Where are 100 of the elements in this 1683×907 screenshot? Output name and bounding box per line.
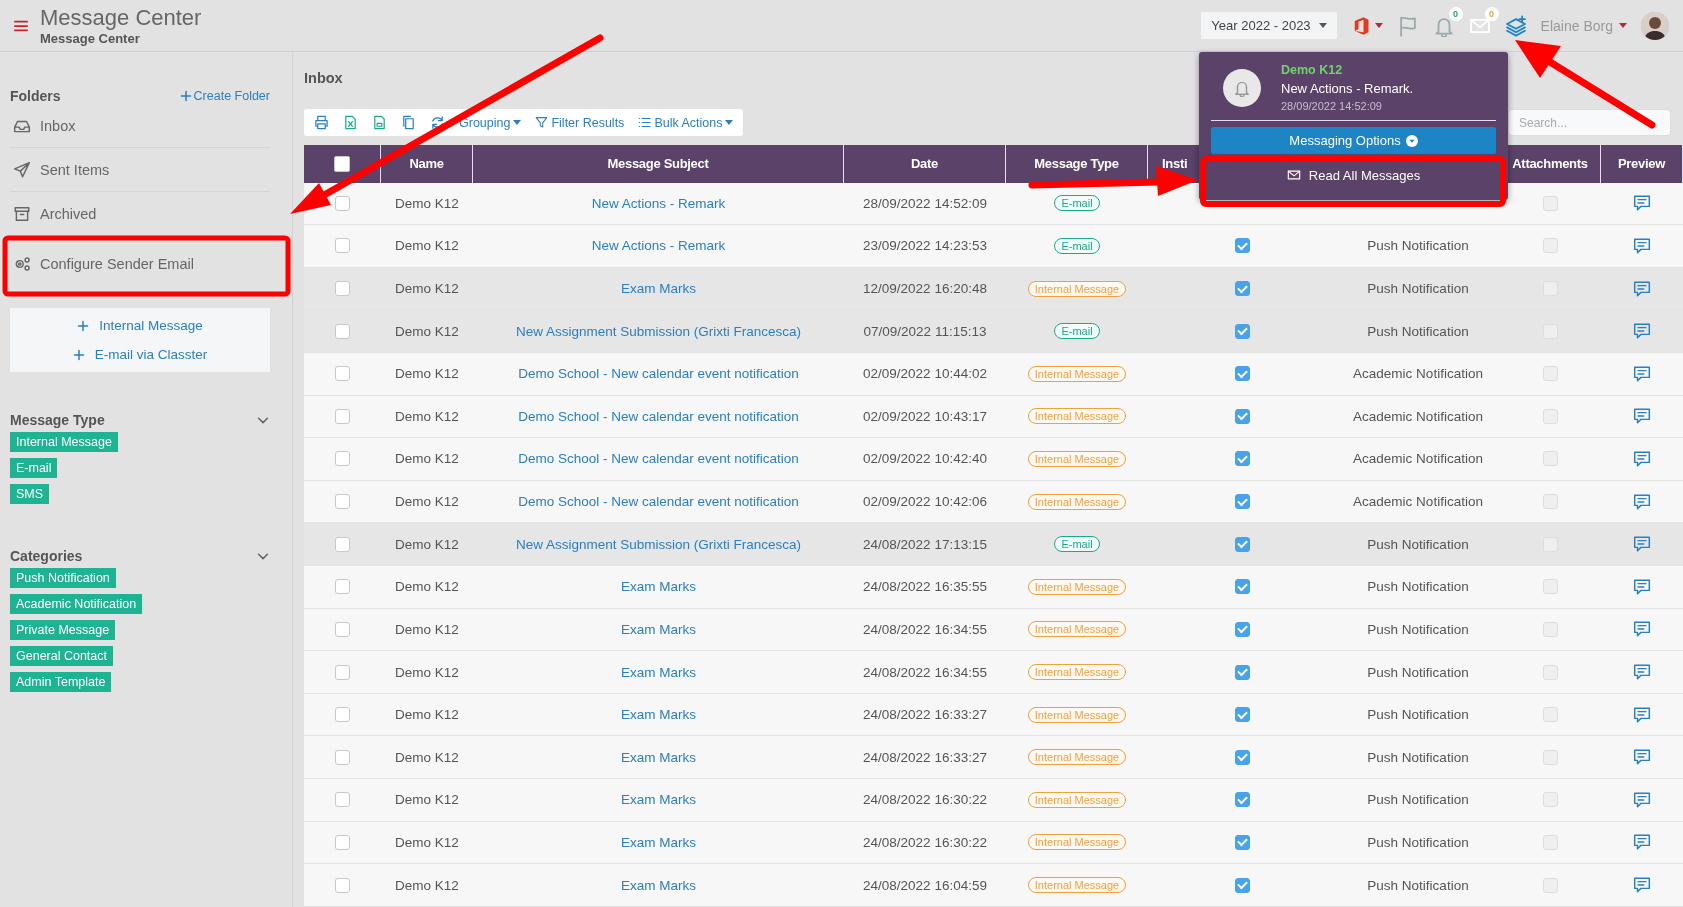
row-checkbox[interactable] bbox=[335, 877, 350, 893]
subject-link[interactable]: Exam Marks bbox=[621, 579, 696, 595]
sender-name: Demo K12 bbox=[395, 195, 459, 211]
search-field[interactable]: Search... bbox=[1508, 109, 1671, 137]
column-header[interactable]: Message Type bbox=[1006, 144, 1148, 183]
grouping-button[interactable]: Grouping bbox=[459, 115, 522, 130]
compose-link[interactable]: E-mail via Classter bbox=[72, 347, 208, 362]
subject-link[interactable]: New Actions - Remark bbox=[591, 195, 726, 211]
type-badge: Internal Message bbox=[1027, 365, 1127, 382]
filter-tag[interactable]: E-mail bbox=[10, 458, 58, 478]
filter-tag[interactable]: Internal Message bbox=[10, 432, 118, 452]
column-header[interactable]: Name bbox=[381, 144, 473, 183]
table-row[interactable]: Demo K12 Exam Marks 24/08/2022 16:33:27 Internal Message Push Notification bbox=[304, 736, 1683, 780]
subject-link[interactable]: Demo School - New calendar event notification bbox=[518, 366, 799, 382]
column-header[interactable]: Insti bbox=[1162, 156, 1188, 171]
table-row[interactable]: Demo K12 Exam Marks 24/08/2022 16:35:55 Internal Message Push Notification bbox=[304, 566, 1683, 609]
row-checkbox[interactable] bbox=[335, 281, 350, 297]
comment-icon bbox=[1633, 194, 1651, 213]
column-header[interactable]: Preview bbox=[1601, 144, 1683, 183]
sender-name: Demo K12 bbox=[395, 366, 459, 382]
row-checkbox[interactable] bbox=[335, 579, 350, 595]
filter-tag[interactable]: Push Notification bbox=[10, 568, 116, 588]
row-checkbox[interactable] bbox=[335, 834, 350, 850]
row-checkbox[interactable] bbox=[335, 707, 350, 723]
category-text: Academic Notification bbox=[1353, 366, 1483, 382]
subject-link[interactable]: Exam Marks bbox=[621, 281, 696, 297]
subject-link[interactable]: New Actions - Remark bbox=[591, 238, 726, 254]
row-checkbox[interactable] bbox=[335, 195, 350, 211]
table-row[interactable]: Demo K12 New Assignment Submission (Grixti Francesca) 07/09/2022 11:15:13 E-mail Push Notification bbox=[304, 310, 1683, 353]
table-row[interactable]: Demo K12 Demo School - New calendar event notification 02/09/2022 10:43:17 Internal Message Academic Notification bbox=[304, 395, 1683, 439]
subject-link[interactable]: New Assignment Submission (Grixti Francesca) bbox=[515, 323, 802, 339]
subject-link[interactable]: Exam Marks bbox=[621, 834, 696, 850]
row-checkbox[interactable] bbox=[335, 366, 350, 382]
subject-link[interactable]: Exam Marks bbox=[621, 707, 696, 723]
filter-tag[interactable]: Academic Notification bbox=[10, 594, 143, 614]
row-checkbox[interactable] bbox=[335, 792, 350, 808]
table-row[interactable]: Demo K12 Exam Marks 24/08/2022 16:30:22 Internal Message Push Notification bbox=[304, 821, 1683, 865]
row-checkbox[interactable] bbox=[335, 238, 350, 254]
create-folder-link[interactable]: Create Folder bbox=[179, 89, 270, 103]
subject-link[interactable]: Demo School - New calendar event notification bbox=[518, 451, 799, 467]
column-header[interactable]: Date bbox=[844, 144, 1006, 183]
date-text: 24/08/2022 16:34:55 bbox=[863, 621, 987, 637]
date-text: 02/09/2022 10:44:02 bbox=[863, 366, 987, 382]
row-checkbox[interactable] bbox=[335, 621, 350, 637]
column-header[interactable]: Message Subject bbox=[473, 144, 844, 183]
filter-tag[interactable]: Private Message bbox=[10, 620, 116, 640]
comment-icon bbox=[1633, 663, 1651, 681]
type-badge: E-mail bbox=[1054, 536, 1100, 553]
folder-item[interactable]: Sent Items bbox=[10, 148, 270, 192]
table-row[interactable]: Demo K12 Exam Marks 24/08/2022 16:30:22 Internal Message Push Notification bbox=[304, 779, 1683, 822]
bulk-actions-button[interactable]: Bulk Actions bbox=[638, 115, 734, 130]
table-row[interactable]: Demo K12 Exam Marks 24/08/2022 16:34:55 Internal Message Push Notification bbox=[304, 651, 1683, 694]
filter-tag[interactable]: General Contact bbox=[10, 646, 114, 666]
folder-item[interactable]: Inbox bbox=[10, 104, 270, 148]
subject-link[interactable]: New Assignment Submission (Grixti Francesca) bbox=[515, 536, 802, 552]
table-row[interactable]: Demo K12 New Assignment Submission (Grixti Francesca) 24/08/2022 17:13:15 E-mail Push Notification bbox=[304, 523, 1683, 566]
row-checkbox[interactable] bbox=[335, 536, 350, 552]
filter-tag[interactable]: Admin Template bbox=[10, 672, 112, 692]
year-select[interactable]: Year 2022 - 2023 bbox=[1201, 12, 1337, 39]
subject-link[interactable]: Demo School - New calendar event notification bbox=[518, 494, 799, 510]
subject-link[interactable]: Exam Marks bbox=[621, 792, 696, 808]
sender-name: Demo K12 bbox=[395, 792, 459, 808]
date-text: 28/09/2022 14:52:09 bbox=[863, 195, 987, 211]
notification-text: New Actions - Remark. bbox=[1281, 80, 1414, 98]
folder-item[interactable]: Archived bbox=[10, 192, 270, 236]
caret-icon bbox=[1374, 23, 1383, 28]
table-row[interactable]: Demo K12 Exam Marks 12/09/2022 16:20:48 Internal Message Push Notification bbox=[304, 267, 1683, 311]
select-all-checkbox[interactable] bbox=[334, 155, 350, 172]
row-checkbox[interactable] bbox=[335, 323, 350, 339]
row-checkbox[interactable] bbox=[335, 664, 350, 680]
table-row[interactable]: Demo K12 New Actions - Remark 23/09/2022 14:23:53 E-mail Push Notification bbox=[304, 225, 1683, 268]
subject-link[interactable]: Exam Marks bbox=[621, 877, 696, 893]
subject-link[interactable]: Exam Marks bbox=[621, 621, 696, 637]
type-badge: E-mail bbox=[1054, 323, 1100, 340]
row-checkbox[interactable] bbox=[335, 451, 350, 467]
comment-icon bbox=[1633, 449, 1651, 468]
filter-tag[interactable]: SMS bbox=[10, 484, 50, 504]
category-text: Push Notification bbox=[1367, 664, 1469, 680]
table-row[interactable]: Demo K12 Demo School - New calendar event notification 02/09/2022 10:42:40 Internal Message Academic Notification bbox=[304, 438, 1683, 481]
avatar[interactable] bbox=[1641, 11, 1669, 40]
comment-icon bbox=[1633, 535, 1651, 554]
row-checkbox[interactable] bbox=[335, 749, 350, 765]
compose-link[interactable]: Internal Message bbox=[77, 318, 203, 333]
table-row[interactable]: Demo K12 Demo School - New calendar event notification 02/09/2022 10:42:06 Internal Message Academic Notification bbox=[304, 480, 1683, 524]
folder-item[interactable]: Configure Sender Email bbox=[10, 236, 270, 292]
row-checkbox[interactable] bbox=[335, 408, 350, 424]
table-row[interactable]: Demo K12 Exam Marks 24/08/2022 16:33:27 Internal Message Push Notification bbox=[304, 693, 1683, 737]
category-text: Push Notification bbox=[1367, 877, 1469, 893]
subject-link[interactable]: Demo School - New calendar event notification bbox=[518, 408, 799, 424]
messaging-options-button[interactable]: Messaging Options bbox=[1211, 127, 1496, 154]
date-text: 02/09/2022 10:42:40 bbox=[863, 451, 987, 467]
filter-button[interactable]: Filter Results bbox=[535, 115, 625, 130]
table-row[interactable]: Demo K12 Exam Marks 24/08/2022 16:34:55 Internal Message Push Notification bbox=[304, 608, 1683, 652]
date-text: 23/09/2022 14:23:53 bbox=[863, 238, 987, 254]
row-checkbox[interactable] bbox=[335, 494, 350, 510]
subject-link[interactable]: Exam Marks bbox=[621, 664, 696, 680]
table-row[interactable]: Demo K12 Exam Marks 24/08/2022 16:04:59 Internal Message Push Notification bbox=[304, 864, 1683, 907]
notification-count: 0 bbox=[1448, 6, 1463, 21]
table-row[interactable]: Demo K12 Demo School - New calendar event notification 02/09/2022 10:44:02 Internal Message Academic Notification bbox=[304, 352, 1683, 396]
subject-link[interactable]: Exam Marks bbox=[621, 749, 696, 765]
